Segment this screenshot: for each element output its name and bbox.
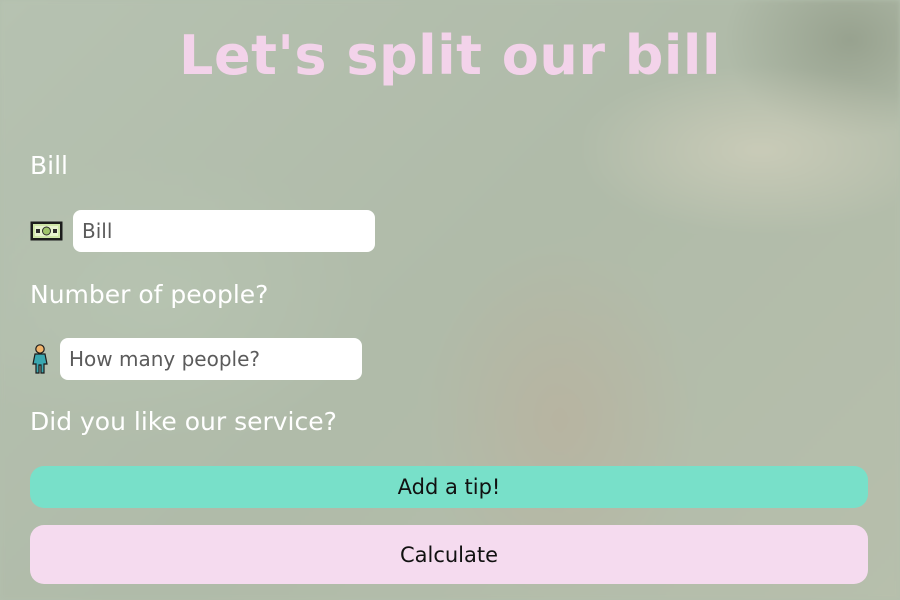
bill-label: Bill (30, 151, 68, 180)
person-icon (30, 344, 50, 374)
calculate-button[interactable]: Calculate (30, 525, 868, 584)
add-tip-button[interactable]: Add a tip! (30, 466, 868, 508)
people-input[interactable] (60, 338, 362, 380)
bill-input-row (30, 210, 375, 252)
money-icon (30, 221, 63, 241)
bill-splitter-app: Let's split our bill Bill Number of peop… (0, 0, 900, 600)
bill-input[interactable] (73, 210, 375, 252)
page-title: Let's split our bill (179, 24, 721, 87)
service-question: Did you like our service? (30, 407, 337, 436)
people-label: Number of people? (30, 280, 269, 309)
people-input-row (30, 338, 362, 380)
